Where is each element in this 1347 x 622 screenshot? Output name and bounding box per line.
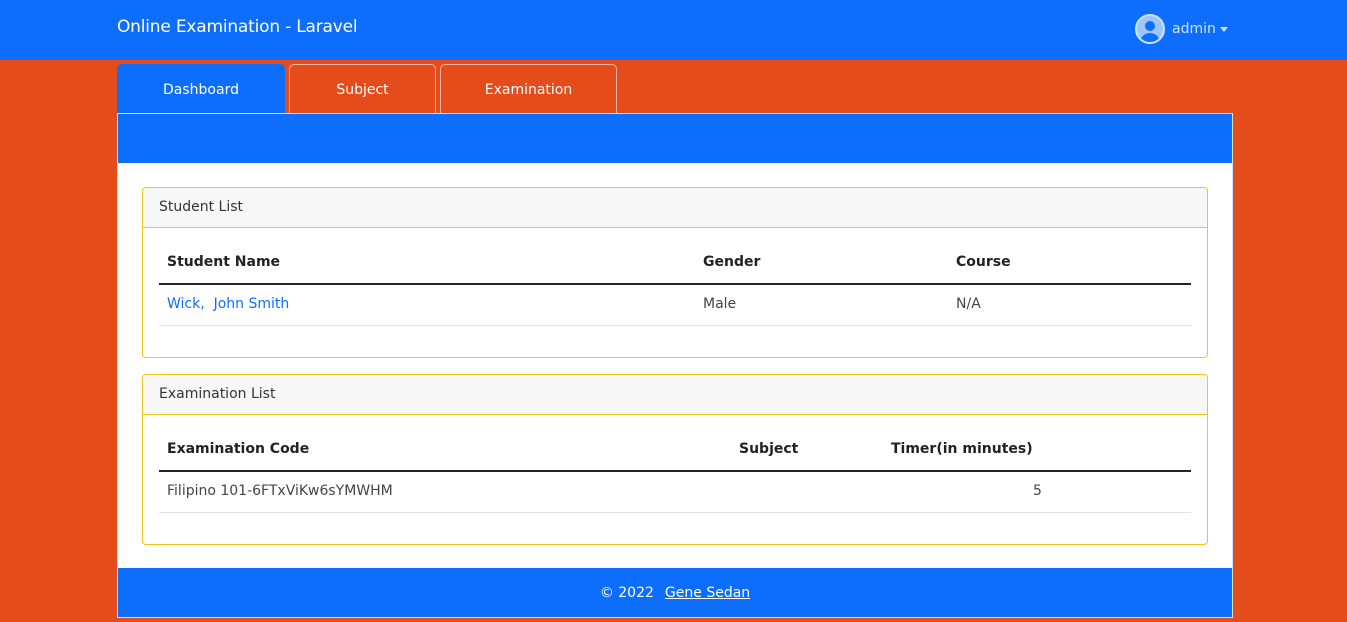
examination-table: Examination Code Subject Timer(in minute… — [159, 431, 1191, 513]
user-name: admin — [1172, 21, 1216, 37]
footer-copyright: © 2022 — [599, 584, 654, 601]
main-header-bar — [118, 114, 1232, 163]
footer-author-link[interactable]: Gene Sedan — [665, 585, 750, 601]
table-header: Student Name Gender Course — [159, 244, 1191, 285]
page-footer: © 2022 Gene Sedan — [118, 568, 1232, 617]
table-row: Filipino 101-6FTxViKw6sYMWHM 5 — [159, 472, 1191, 513]
main-panel: Student List Student Name Gender Course … — [117, 113, 1233, 618]
student-name-link[interactable]: Wick, John Smith — [167, 296, 289, 312]
examination-code: Filipino 101-6FTxViKw6sYMWHM — [167, 483, 393, 499]
examination-list-title: Examination List — [143, 375, 1207, 415]
column-header: Student Name — [167, 254, 281, 270]
table-row: Wick, John Smith Male N/A — [159, 285, 1191, 326]
column-header: Subject — [739, 441, 799, 457]
student-list-card: Student List Student Name Gender Course … — [142, 187, 1208, 358]
table-header: Examination Code Subject Timer(in minute… — [159, 431, 1191, 472]
student-table: Student Name Gender Course Wick, John Sm… — [159, 244, 1191, 326]
chevron-down-icon — [1219, 26, 1228, 32]
user-menu-dropdown[interactable]: admin — [1135, 14, 1228, 44]
column-header: Course — [956, 254, 1011, 270]
column-header: Examination Code — [167, 441, 310, 457]
examination-timer: 5 — [1033, 483, 1042, 499]
user-avatar-icon — [1135, 14, 1165, 44]
tab-dashboard[interactable]: Dashboard — [117, 64, 285, 114]
examination-list-card: Examination List Examination Code Subjec… — [142, 374, 1208, 545]
top-navbar: Online Examination - Laravel admin — [0, 0, 1347, 60]
student-gender: Male — [703, 296, 737, 312]
column-header: Gender — [703, 254, 761, 270]
tab-examination[interactable]: Examination — [440, 64, 617, 114]
student-course: N/A — [956, 296, 981, 312]
app-brand[interactable]: Online Examination - Laravel — [117, 17, 358, 37]
column-header: Timer(in minutes) — [891, 441, 1033, 457]
student-list-title: Student List — [143, 188, 1207, 228]
tab-subject[interactable]: Subject — [289, 64, 436, 114]
